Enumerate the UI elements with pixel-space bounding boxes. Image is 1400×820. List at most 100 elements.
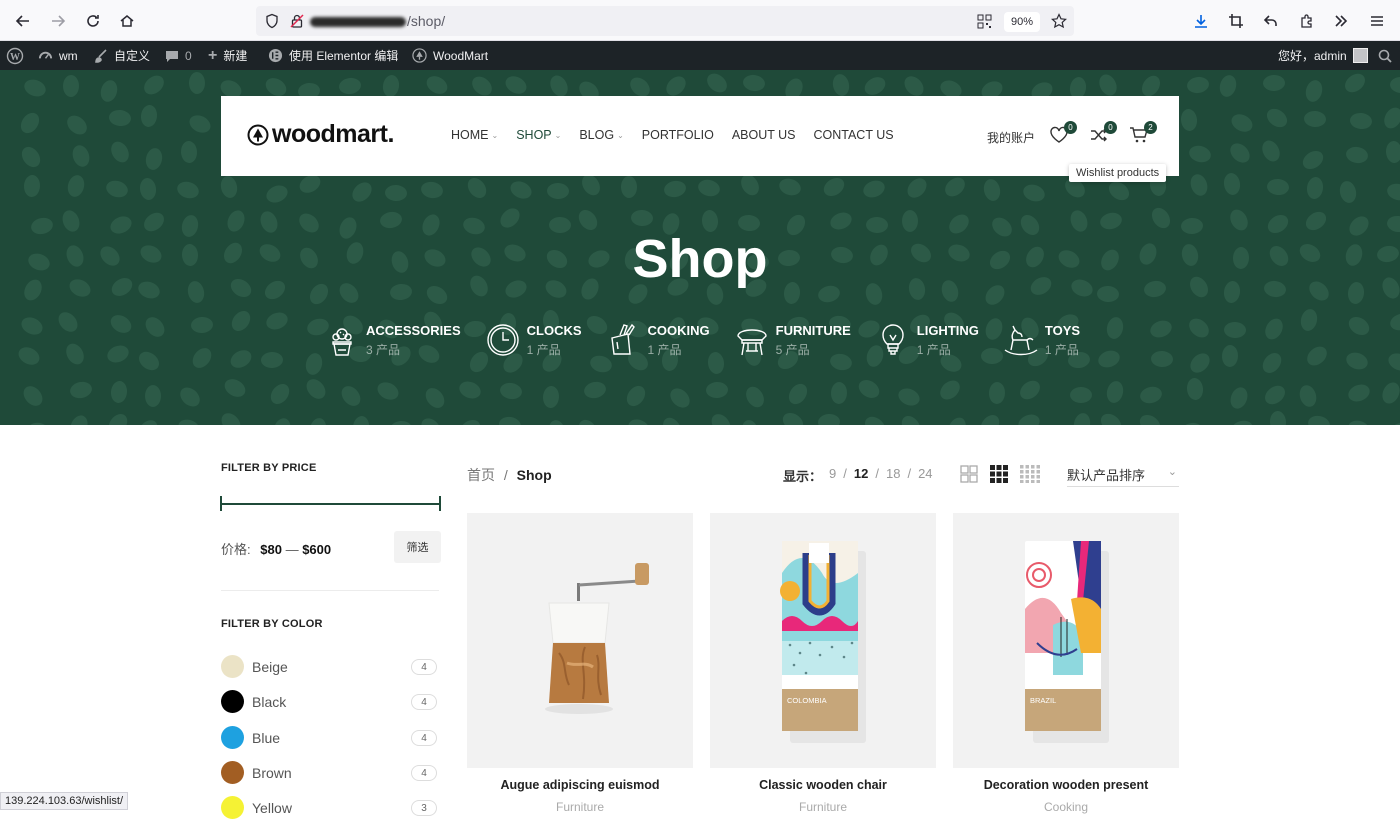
chair-icon [736, 329, 767, 356]
product-category[interactable]: Cooking [953, 800, 1179, 814]
breadcrumb: 首页 / Shop [467, 465, 552, 485]
coffee-bean-decoration [658, 414, 685, 425]
cart-button[interactable]: 2 [1129, 121, 1157, 146]
undo-icon[interactable] [1260, 10, 1282, 32]
nav-home[interactable]: HOME ⌄ [451, 128, 498, 142]
product-name[interactable]: Decoration wooden present [953, 778, 1179, 792]
product-category[interactable]: Furniture [710, 800, 936, 814]
coffee-bean-decoration [135, 347, 163, 374]
back-icon[interactable] [12, 10, 34, 32]
wishlist-button[interactable]: 0 [1049, 121, 1077, 146]
coffee-bean-decoration [546, 72, 571, 99]
category-cooking[interactable]: COOKING 1 产品 [606, 322, 710, 358]
color-filter-beige[interactable]: Beige 4 [221, 655, 441, 679]
per-page-18[interactable]: 18 [886, 466, 900, 485]
nav-home-label: HOME [451, 128, 489, 142]
plus-icon: + [208, 46, 218, 64]
url-text[interactable]: /shop/ [310, 13, 445, 29]
coffee-bean-decoration [63, 111, 91, 138]
extensions-puzzle-icon[interactable] [1296, 10, 1318, 32]
coffee-bean-decoration [1305, 176, 1325, 201]
coffee-bean-decoration [1186, 75, 1211, 95]
product-card[interactable]: Augue adipiscing euismod Furniture [467, 513, 693, 814]
insecure-lock-icon[interactable] [286, 10, 308, 32]
hamburger-menu-icon[interactable] [1366, 10, 1388, 32]
grid-2-columns-icon[interactable] [960, 465, 978, 483]
category-lighting[interactable]: LIGHTING 1 产品 [875, 322, 979, 358]
coffee-bean-decoration [69, 142, 92, 169]
admin-account-link[interactable]: 您好，admin [1278, 41, 1368, 70]
coffee-bean-decoration [104, 342, 131, 366]
grid-4-columns-icon[interactable] [1020, 465, 1040, 483]
coffee-bean-decoration [21, 76, 48, 99]
nav-blog[interactable]: BLOG ⌄ [579, 128, 623, 142]
admin-woodmart-link[interactable]: WoodMart [412, 41, 488, 70]
filter-button[interactable]: 筛选 [394, 531, 441, 563]
admin-customize-link[interactable]: 自定义 [94, 41, 150, 70]
zoom-level[interactable]: 90% [1004, 12, 1040, 32]
nav-portfolio[interactable]: PORTFOLIO [642, 128, 714, 142]
screenshot-crop-icon[interactable] [1225, 10, 1247, 32]
coffee-bean-decoration [546, 418, 567, 425]
coffee-bean-decoration [1148, 317, 1175, 340]
category-toys[interactable]: TOYS 1 产品 [1003, 322, 1080, 358]
overflow-chevrons-icon[interactable] [1330, 10, 1352, 32]
product-image[interactable]: COLOMBIA [710, 513, 936, 768]
admin-site-link[interactable]: wm [38, 41, 78, 70]
category-furniture[interactable]: FURNITURE 5 产品 [734, 322, 851, 358]
product-card[interactable]: BRAZIL Decoration wooden present Cooking [953, 513, 1179, 814]
grid-3-columns-icon[interactable] [990, 465, 1008, 483]
admin-elementor-link[interactable]: 使用 Elementor 编辑 [268, 41, 398, 70]
per-page-9[interactable]: 9 [829, 466, 836, 485]
coffee-bean-decoration [1150, 350, 1174, 368]
coffee-bean-decoration [666, 384, 694, 412]
coffee-bean-decoration [67, 412, 92, 425]
price-slider-min-handle[interactable] [220, 496, 222, 511]
nav-contact-us[interactable]: CONTACT US [813, 128, 893, 142]
home-icon[interactable] [116, 10, 138, 32]
color-filter-blue[interactable]: Blue 4 [221, 726, 441, 750]
sort-select[interactable]: 默认产品排序 ⌄ [1067, 465, 1179, 487]
forward-icon[interactable] [47, 10, 69, 32]
category-clocks[interactable]: CLOCKS 1 产品 [485, 322, 582, 358]
per-page-24[interactable]: 24 [918, 466, 932, 485]
my-account-link[interactable]: 我的账户 [987, 129, 1035, 146]
price-slider-track[interactable] [221, 503, 441, 505]
coffee-bean-decoration [264, 309, 291, 333]
download-icon[interactable] [1190, 10, 1212, 32]
wordpress-logo-icon[interactable]: W [6, 41, 24, 70]
qr-code-icon[interactable] [973, 10, 995, 32]
per-page-12[interactable]: 12 [854, 466, 868, 485]
admin-woodmart-label: WoodMart [433, 48, 489, 63]
comment-bubble-icon [166, 50, 178, 62]
nav-about-us[interactable]: ABOUT US [732, 128, 796, 142]
admin-comments-link[interactable]: 0 [165, 41, 192, 70]
coffee-bean-decoration [55, 308, 82, 336]
category-accessories[interactable]: ACCESSORIES 3 产品 [324, 322, 461, 358]
product-name[interactable]: Classic wooden chair [710, 778, 936, 792]
nav-shop[interactable]: SHOP ⌄ [516, 128, 561, 142]
admin-search-icon[interactable] [1378, 41, 1392, 70]
breadcrumb-home[interactable]: 首页 [467, 467, 495, 483]
bookmark-star-icon[interactable] [1048, 10, 1070, 32]
color-filter-brown[interactable]: Brown 4 [221, 761, 441, 785]
coffee-bean-decoration [816, 413, 841, 425]
product-image[interactable] [467, 513, 693, 768]
product-name[interactable]: Augue adipiscing euismod [467, 778, 693, 792]
coffee-bean-decoration [17, 109, 44, 137]
coffee-bean-decoration [227, 347, 255, 372]
shield-icon[interactable] [261, 10, 283, 32]
product-category[interactable]: Furniture [467, 800, 693, 814]
color-filter-yellow[interactable]: Yellow 3 [221, 796, 441, 820]
compare-button[interactable]: 0 [1089, 121, 1117, 146]
product-image[interactable]: BRAZIL [953, 513, 1179, 768]
reload-icon[interactable] [82, 10, 104, 32]
admin-new-link[interactable]: + 新建 [208, 41, 247, 70]
site-logo[interactable]: woodmart. [247, 120, 394, 149]
color-count: 3 [411, 800, 437, 816]
product-card[interactable]: COLOMBIA Classic wooden chair Furniture [710, 513, 936, 814]
color-filter-black[interactable]: Black 4 [221, 690, 441, 714]
admin-elementor-label: 使用 Elementor 编辑 [289, 49, 399, 63]
price-slider-max-handle[interactable] [439, 496, 441, 511]
coffee-bean-decoration [988, 381, 1006, 405]
